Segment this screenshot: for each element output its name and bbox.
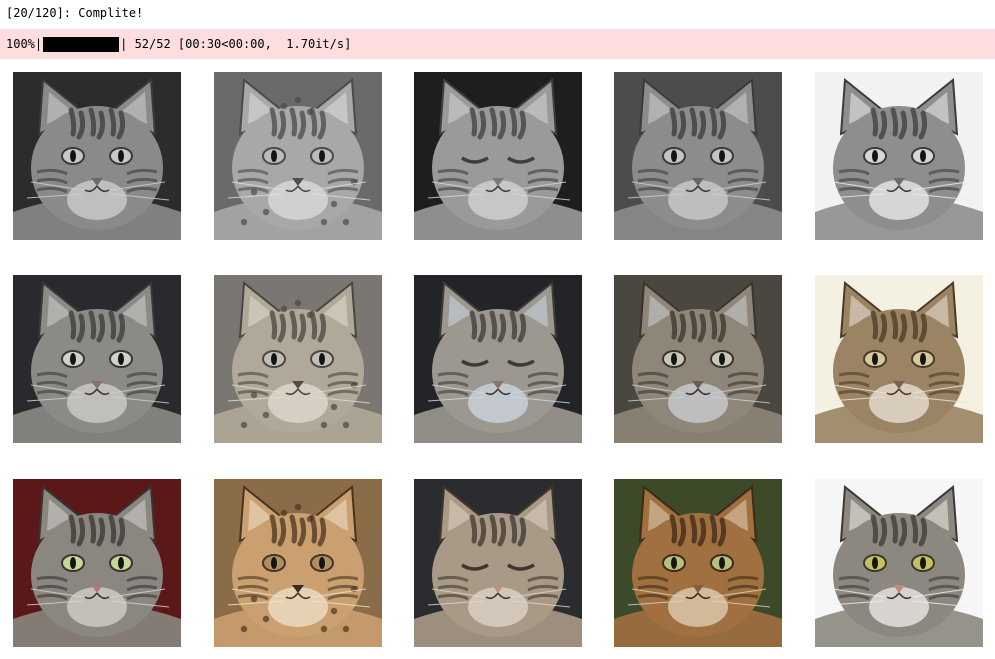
generated-color-tabby-white-cat-image bbox=[815, 275, 983, 443]
generated-color-tabby-cat-frontal-image bbox=[13, 275, 181, 443]
progress-stats: | 52/52 [00:30<00:00, 1.70it/s] bbox=[120, 37, 352, 51]
ground-truth-tabby-white-cat-image bbox=[815, 479, 983, 647]
progress-output: 100%| | 52/52 [00:30<00:00, 1.70it/s] bbox=[0, 29, 995, 59]
generated-color-sleeping-tabby-cat-image bbox=[414, 275, 582, 443]
ground-truth-tabby-cat-frontal-image bbox=[13, 479, 181, 647]
grayscale-input-tabby-white-cat-image bbox=[815, 72, 983, 240]
ground-truth-sleeping-tabby-cat-image bbox=[414, 479, 582, 647]
progress-percent: 100%| bbox=[6, 37, 43, 51]
generated-color-long-haired-tabby-cat-image bbox=[614, 275, 782, 443]
status-line: [20/120]: Complite! bbox=[6, 6, 144, 20]
grayscale-input-long-haired-tabby-cat-image bbox=[614, 72, 782, 240]
grayscale-input-cheetah-cub-image bbox=[214, 72, 382, 240]
grayscale-input-sleeping-tabby-cat-image bbox=[414, 72, 582, 240]
ground-truth-long-haired-tabby-cat-image bbox=[614, 479, 782, 647]
grayscale-input-tabby-cat-frontal-image bbox=[13, 72, 181, 240]
ground-truth-cheetah-cub-image bbox=[214, 479, 382, 647]
progress-bar bbox=[43, 36, 120, 52]
generated-color-cheetah-cub-image bbox=[214, 275, 382, 443]
